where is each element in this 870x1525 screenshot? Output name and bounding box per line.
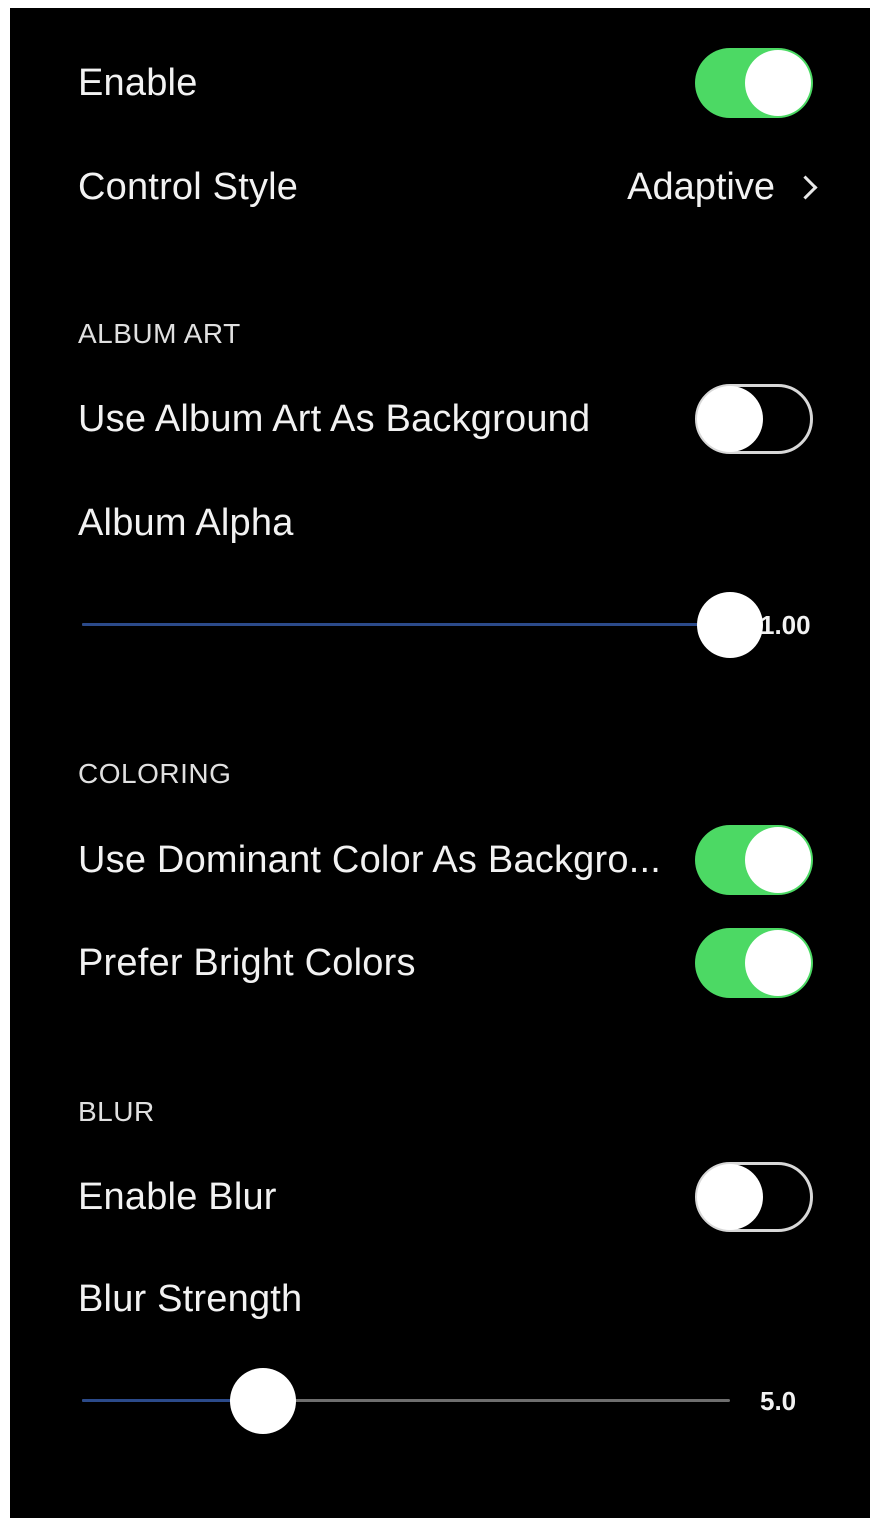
blur-strength-slider[interactable]: [82, 1366, 730, 1436]
album-alpha-value: 1.00: [760, 610, 811, 640]
album-alpha-row: Album Alpha: [10, 500, 870, 550]
enable-blur-label: Enable Blur: [78, 1176, 277, 1218]
blur-strength-row: Blur Strength: [10, 1276, 870, 1326]
album-art-background-row: Use Album Art As Background: [10, 384, 870, 454]
slider-fill: [82, 623, 730, 626]
enable-label: Enable: [78, 62, 198, 104]
slider-thumb[interactable]: [230, 1368, 297, 1434]
section-header-blur: BLUR: [78, 1096, 155, 1127]
enable-blur-row: Enable Blur: [10, 1162, 870, 1232]
album-alpha-label: Album Alpha: [78, 502, 294, 544]
album-alpha-slider[interactable]: [82, 590, 763, 660]
enable-blur-toggle[interactable]: [695, 1162, 813, 1232]
bright-colors-row: Prefer Bright Colors: [10, 928, 870, 998]
toggle-knob: [697, 1164, 763, 1230]
bright-colors-label: Prefer Bright Colors: [78, 942, 416, 984]
section-header-coloring: COLORING: [78, 758, 232, 789]
control-style-label: Control Style: [78, 166, 299, 208]
toggle-knob: [745, 50, 811, 116]
enable-row: Enable: [10, 48, 870, 118]
toggle-knob: [697, 386, 763, 452]
toggle-knob: [745, 930, 811, 996]
blur-strength-value: 5.0: [760, 1386, 797, 1416]
control-style-value: Adaptive: [627, 166, 775, 208]
enable-toggle[interactable]: [695, 48, 813, 118]
section-header-album-art: ALBUM ART: [78, 318, 241, 349]
dominant-color-row: Use Dominant Color As Backgro...: [10, 825, 870, 895]
album-art-background-toggle[interactable]: [695, 384, 813, 454]
bright-colors-toggle[interactable]: [695, 928, 813, 998]
blur-strength-label: Blur Strength: [78, 1278, 303, 1320]
control-style-value-link[interactable]: Adaptive: [627, 166, 818, 209]
album-art-background-label: Use Album Art As Background: [78, 398, 591, 440]
dominant-color-toggle[interactable]: [695, 825, 813, 895]
settings-screen: Enable Control Style Adaptive ALBUM ART …: [10, 8, 870, 1518]
chevron-right-icon: [793, 175, 818, 200]
dominant-color-label: Use Dominant Color As Backgro...: [78, 839, 661, 881]
control-style-row[interactable]: Control Style Adaptive: [10, 158, 870, 218]
slider-thumb[interactable]: [697, 592, 763, 658]
toggle-knob: [745, 827, 811, 893]
